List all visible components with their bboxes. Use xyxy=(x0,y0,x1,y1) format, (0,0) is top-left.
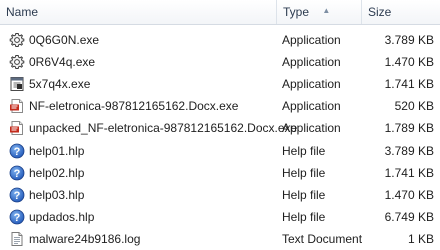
gear-exe-icon xyxy=(8,31,26,49)
file-name-cell: ? help01.hlp xyxy=(0,142,281,160)
file-type: Application xyxy=(282,33,341,48)
help-file-icon: ? xyxy=(8,186,26,204)
file-row[interactable]: malware24b9186.log Text Document 1 KB xyxy=(0,228,440,250)
file-size: 1.741 KB xyxy=(384,77,434,92)
file-name: malware24b9186.log xyxy=(29,231,141,246)
column-header-type[interactable]: Type ▲ xyxy=(277,0,362,24)
file-name: unpacked_NF-eletronica-987812165162.Docx… xyxy=(29,121,298,136)
column-header-type-label: Type xyxy=(283,5,310,19)
file-name: help03.hlp xyxy=(29,187,85,202)
file-size: 3.789 KB xyxy=(384,143,434,158)
file-row[interactable]: ? help02.hlp Help file 1.741 KB xyxy=(0,162,440,184)
column-header-name-label: Name xyxy=(6,5,39,19)
file-name-cell: ? help03.hlp xyxy=(0,186,281,204)
file-name: 0R6V4q.exe xyxy=(29,55,96,70)
file-size: 1.741 KB xyxy=(384,165,434,180)
file-row[interactable]: ? help01.hlp Help file 3.789 KB xyxy=(0,139,440,161)
file-type: Help file xyxy=(282,187,326,202)
file-name: help01.hlp xyxy=(29,143,85,158)
gear-exe-icon xyxy=(8,53,26,71)
svg-text:?: ? xyxy=(14,168,21,180)
file-row[interactable]: 5x7q4x.exe Application 1.741 KB xyxy=(0,73,440,95)
file-type: Help file xyxy=(282,165,326,180)
help-file-icon: ? xyxy=(8,164,26,182)
column-header-size[interactable]: Size xyxy=(362,0,440,24)
file-name: 0Q6G0N.exe xyxy=(29,33,100,48)
column-header-bar: Name Type ▲ Size xyxy=(0,0,440,25)
file-row[interactable]: unpacked_NF-eletronica-987812165162.Docx… xyxy=(0,117,440,139)
file-size: 1.470 KB xyxy=(384,187,434,202)
file-row[interactable]: 0R6V4q.exe Application 1.470 KB xyxy=(0,51,440,73)
file-size: 1.789 KB xyxy=(384,121,434,136)
file-name-cell: malware24b9186.log xyxy=(0,230,281,248)
column-header-size-label: Size xyxy=(368,5,392,19)
file-type: Help file xyxy=(282,143,326,158)
file-type: Application xyxy=(282,55,341,70)
file-type: Text Document xyxy=(282,231,363,246)
file-name-cell: 5x7q4x.exe xyxy=(0,75,281,93)
file-name-cell: NF-eletronica-987812165162.Docx.exe xyxy=(0,97,281,115)
file-row[interactable]: ? help03.hlp Help file 1.470 KB xyxy=(0,184,440,206)
file-name-cell: ? help02.hlp xyxy=(0,164,281,182)
svg-text:?: ? xyxy=(14,190,21,202)
file-rows: 0Q6G0N.exe Application 3.789 KB 0R6V4q.e… xyxy=(0,29,440,250)
svg-text:?: ? xyxy=(14,146,21,158)
text-document-icon xyxy=(8,230,26,248)
file-size: 6.749 KB xyxy=(384,209,434,224)
file-name: 5x7q4x.exe xyxy=(29,77,91,92)
file-name-cell: 0R6V4q.exe xyxy=(0,53,281,71)
file-size: 520 KB xyxy=(394,99,434,114)
file-name: updados.hlp xyxy=(29,209,95,224)
file-name-cell: 0Q6G0N.exe xyxy=(0,31,281,49)
file-list-view: Name Type ▲ Size 0Q6G0N.exe Application … xyxy=(0,0,440,250)
file-size: 1.470 KB xyxy=(384,55,434,70)
pdf-style-exe-icon xyxy=(8,97,26,115)
file-name-cell: unpacked_NF-eletronica-987812165162.Docx… xyxy=(0,119,297,137)
file-type: Application xyxy=(282,77,341,92)
help-file-icon: ? xyxy=(8,208,26,226)
file-size: 3.789 KB xyxy=(384,33,434,48)
file-type: Application xyxy=(282,121,341,136)
pdf-style-exe-icon xyxy=(8,119,26,137)
file-type: Help file xyxy=(282,209,326,224)
help-file-icon: ? xyxy=(8,142,26,160)
file-row[interactable]: 0Q6G0N.exe Application 3.789 KB xyxy=(0,29,440,51)
file-row[interactable]: NF-eletronica-987812165162.Docx.exe Appl… xyxy=(0,95,440,117)
file-name: help02.hlp xyxy=(29,165,85,180)
file-size: 1 KB xyxy=(407,231,434,246)
file-type: Application xyxy=(282,99,341,114)
sort-ascending-icon: ▲ xyxy=(322,6,331,15)
file-row[interactable]: ? updados.hlp Help file 6.749 KB xyxy=(0,206,440,228)
column-header-name[interactable]: Name xyxy=(0,0,277,24)
file-name-cell: ? updados.hlp xyxy=(0,208,281,226)
app-exe-icon xyxy=(8,75,26,93)
file-name: NF-eletronica-987812165162.Docx.exe xyxy=(29,99,239,114)
svg-text:?: ? xyxy=(14,212,21,224)
